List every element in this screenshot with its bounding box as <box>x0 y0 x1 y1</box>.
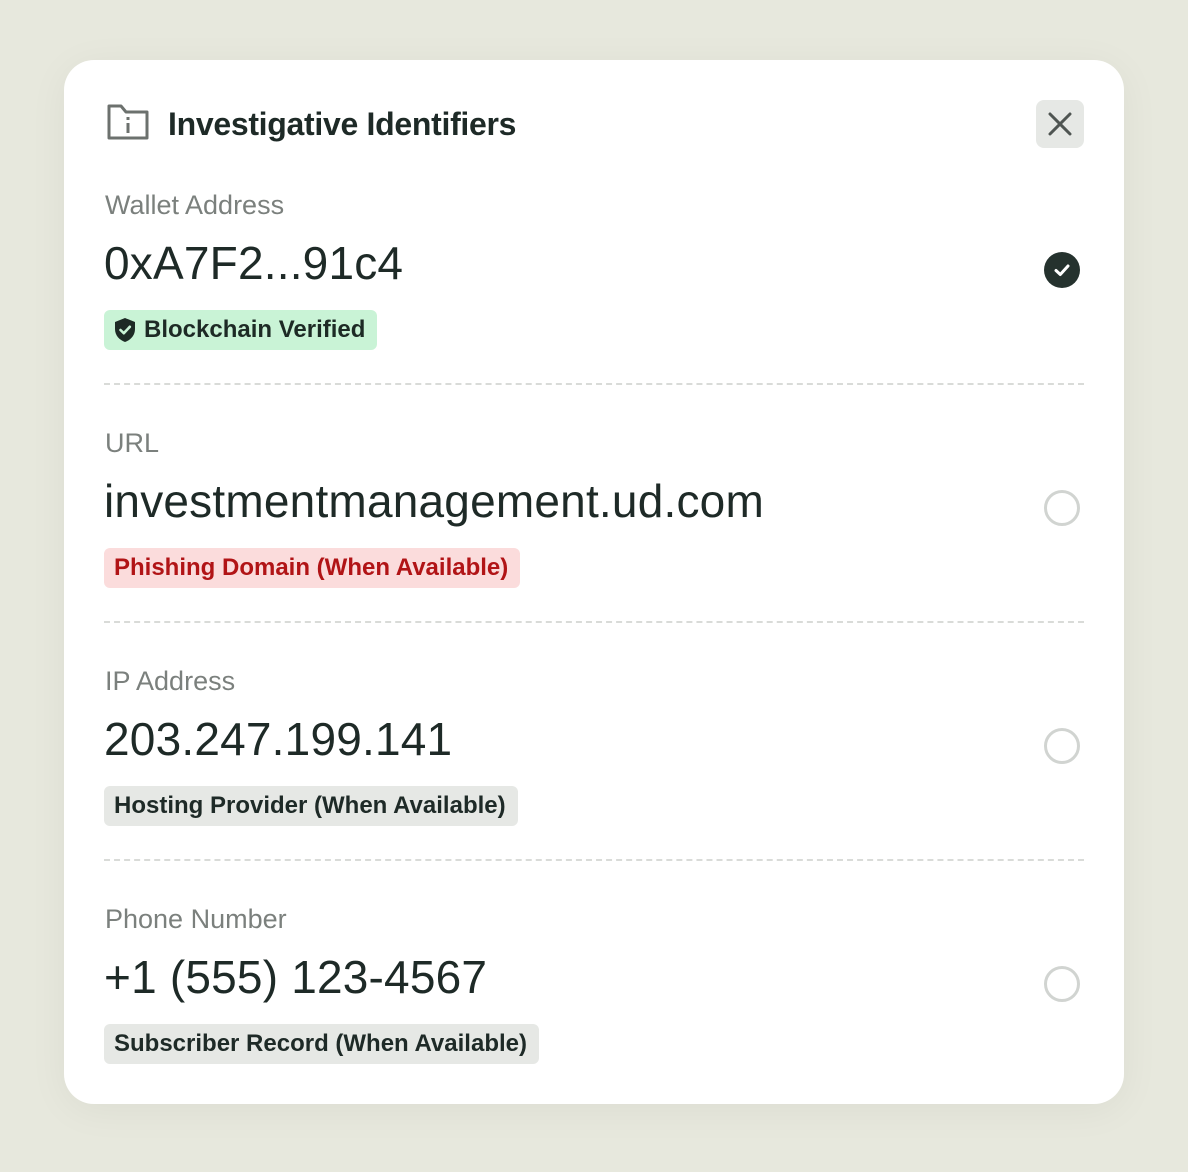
close-button[interactable] <box>1036 100 1084 148</box>
close-icon <box>1048 112 1072 136</box>
status-badge: Subscriber Record (When Available) <box>104 1024 539 1064</box>
badge-label: Subscriber Record (When Available) <box>114 1030 527 1057</box>
select-radio[interactable] <box>1044 966 1080 1002</box>
identifier-label: Wallet Address <box>105 190 285 220</box>
identifier-value: 0xA7F2...91c4 <box>104 237 404 289</box>
divider <box>104 621 1084 623</box>
check-icon <box>1054 264 1070 276</box>
folder-info-icon <box>107 104 149 140</box>
divider <box>104 383 1084 385</box>
dialog-title: Investigative Identifiers <box>168 106 517 142</box>
identifiers-dialog: Investigative Identifiers Wallet Address… <box>64 60 1124 1104</box>
select-radio[interactable] <box>1044 728 1080 764</box>
identifier-phone-number: Phone Number +1 (555) 123-4567 Subscribe… <box>104 904 1084 1142</box>
select-radio[interactable] <box>1044 490 1080 526</box>
status-badge: Phishing Domain (When Available) <box>104 548 521 588</box>
identifier-label: IP Address <box>105 666 236 696</box>
divider <box>104 859 1084 861</box>
identifier-label: URL <box>105 428 160 458</box>
identifier-value: +1 (555) 123-4567 <box>104 951 488 1003</box>
identifier-ip-address: IP Address 203.247.199.141 Hosting Provi… <box>104 666 1084 904</box>
shield-check-icon <box>115 318 135 342</box>
identifier-value: 203.247.199.141 <box>104 713 453 765</box>
badge-label: Hosting Provider (When Available) <box>114 792 506 819</box>
status-badge: Hosting Provider (When Available) <box>104 786 518 826</box>
identifier-url: URL investmentmanagement.ud.com Phishing… <box>104 428 1084 666</box>
dialog-header: Investigative Identifiers <box>106 100 1084 148</box>
identifier-wallet-address: Wallet Address 0xA7F2...91c4 Blockchain … <box>104 190 1084 428</box>
badge-label: Blockchain Verified <box>144 316 366 343</box>
select-radio-checked[interactable] <box>1044 252 1080 288</box>
badge-label: Phishing Domain (When Available) <box>114 554 509 581</box>
identifier-value: investmentmanagement.ud.com <box>104 475 764 527</box>
identifier-label: Phone Number <box>105 904 287 934</box>
status-badge: Blockchain Verified <box>104 310 378 350</box>
